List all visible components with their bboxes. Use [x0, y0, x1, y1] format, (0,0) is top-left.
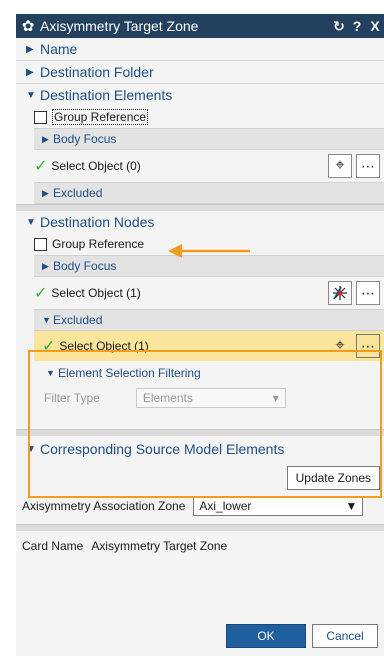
checkmark-icon: ✓	[34, 158, 48, 175]
destination-elements-panel: ▼ Destination Elements Group Reference ▶…	[16, 84, 384, 204]
section-separator	[16, 204, 384, 211]
reset-icon[interactable]: ↻	[330, 18, 348, 35]
group-reference-checkbox[interactable]	[34, 110, 47, 124]
gear-icon: ✿	[21, 18, 35, 35]
body-focus-label: Body Focus	[53, 132, 117, 146]
card-name-row: Card Name Axisymmetry Target Zone	[16, 535, 384, 557]
group-reference-checkbox[interactable]	[34, 237, 47, 251]
association-zone-label: Axisymmetry Association Zone	[22, 499, 186, 513]
section-destination-elements-label: Destination Elements	[40, 87, 173, 103]
chevron-down-icon: ▼	[345, 499, 358, 513]
help-icon[interactable]: ?	[348, 18, 366, 34]
section-name-label: Name	[40, 41, 78, 57]
select-object-row: ✓ Select Object (1) ⋯	[16, 277, 384, 309]
annotation-arrow-icon	[168, 244, 250, 258]
annotation-highlight-box	[28, 350, 382, 498]
more-options-button[interactable]: ⋯	[356, 154, 380, 178]
excluded-subsection[interactable]: ▶ Excluded	[34, 182, 384, 204]
expand-triangle-icon: ▶	[42, 187, 49, 198]
collapse-triangle-icon: ▼	[26, 89, 36, 101]
association-zone-value: Axi_lower	[199, 499, 252, 513]
more-options-button[interactable]: ⋯	[356, 281, 380, 305]
excluded-subsection[interactable]: ▼ Excluded	[34, 309, 384, 331]
body-focus-label: Body Focus	[53, 259, 117, 273]
node-select-button[interactable]	[328, 281, 352, 305]
excluded-label: Excluded	[53, 313, 103, 327]
section-destination-elements[interactable]: ▼ Destination Elements	[16, 84, 384, 106]
expand-triangle-icon: ▶	[42, 260, 49, 271]
collapse-triangle-icon: ▼	[26, 216, 36, 228]
group-reference-row: Group Reference	[16, 106, 384, 128]
dialog-titlebar: ✿ Axisymmetry Target Zone ↻ ? X	[16, 14, 384, 38]
ok-button[interactable]: OK	[226, 624, 306, 648]
body-focus-subsection[interactable]: ▶ Body Focus	[34, 128, 384, 150]
group-reference-label[interactable]: Group Reference	[52, 237, 144, 251]
collapse-triangle-icon: ▼	[42, 315, 51, 325]
dialog-footer: OK Cancel	[226, 624, 378, 648]
expand-triangle-icon: ▶	[42, 133, 49, 144]
section-separator	[16, 524, 384, 531]
cancel-button[interactable]: Cancel	[312, 624, 378, 648]
section-name[interactable]: ▶ Name	[16, 38, 384, 60]
section-destination-folder-label: Destination Folder	[40, 64, 154, 80]
crosshair-select-button[interactable]: ⌖	[328, 154, 352, 178]
select-object-label[interactable]: Select Object (1)	[51, 286, 328, 300]
close-icon[interactable]: X	[366, 18, 384, 34]
excluded-label: Excluded	[53, 186, 103, 200]
section-destination-nodes-label: Destination Nodes	[40, 214, 155, 230]
card-name-label: Card Name	[22, 539, 84, 553]
expand-triangle-icon: ▶	[26, 43, 34, 55]
group-reference-label[interactable]: Group Reference	[52, 109, 149, 125]
section-destination-folder[interactable]: ▶ Destination Folder	[16, 61, 384, 83]
expand-triangle-icon: ▶	[26, 66, 34, 78]
axisymmetry-target-zone-dialog: ✿ Axisymmetry Target Zone ↻ ? X ▶ Name ▶…	[16, 14, 384, 656]
checkmark-icon: ✓	[34, 285, 48, 302]
dialog-title: Axisymmetry Target Zone	[40, 18, 199, 34]
association-zone-select[interactable]: Axi_lower ▼	[193, 496, 364, 516]
card-name-value: Axisymmetry Target Zone	[91, 539, 228, 553]
section-destination-nodes[interactable]: ▼ Destination Nodes	[16, 211, 384, 233]
node-star-icon	[333, 286, 347, 300]
select-object-row: ✓ Select Object (0) ⌖ ⋯	[16, 150, 384, 182]
select-object-label[interactable]: Select Object (0)	[51, 159, 328, 173]
